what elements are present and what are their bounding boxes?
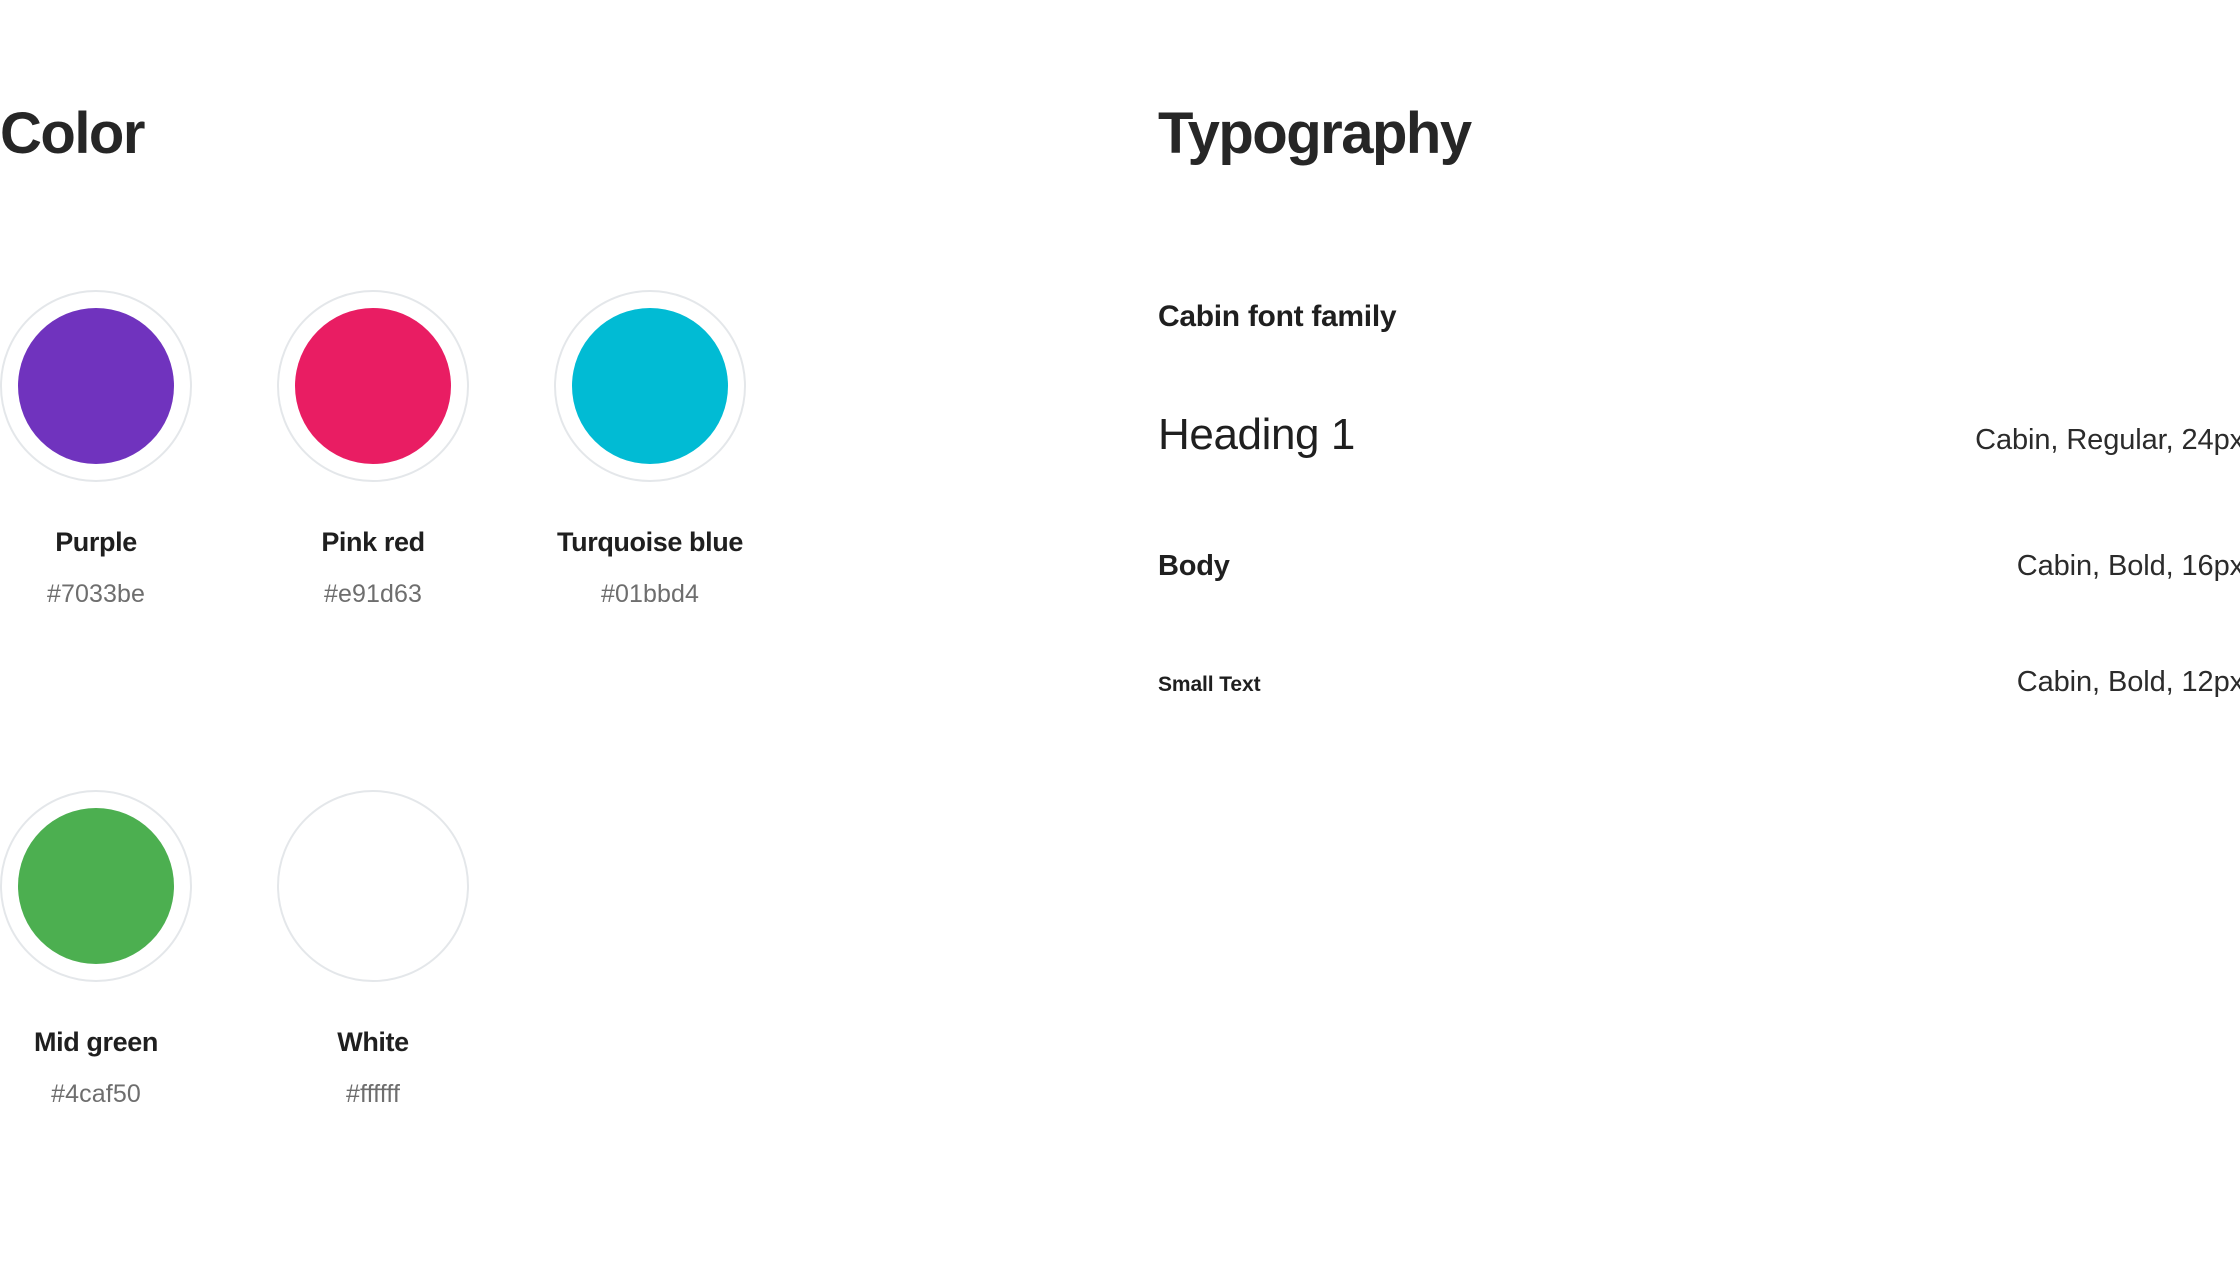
swatch-name-label: Turquoise blue (557, 527, 743, 557)
color-swatch-mid-green[interactable]: Mid green #4caf50 (0, 790, 200, 1109)
body-sample: Body (1158, 550, 1230, 582)
style-guide-page: Color Purple #7033be Pink red #e91d63 Tu… (0, 0, 2240, 1280)
color-section: Color Purple #7033be Pink red #e91d63 Tu… (0, 0, 1140, 1280)
color-swatch-row: Mid green #4caf50 White #ffffff (0, 790, 1140, 1280)
small-text-spec: Cabin, Bold, 12px (2016, 666, 2240, 698)
typography-section: Typography Cabin font family Heading 1 C… (1158, 0, 2240, 1280)
heading-1-spec: Cabin, Regular, 24px (1975, 424, 2240, 456)
heading-1-sample: Heading 1 (1158, 410, 1355, 459)
typography-section-title: Typography (1158, 101, 1472, 166)
swatch-color-circle (18, 308, 174, 464)
body-spec: Cabin, Bold, 16px (2016, 550, 2240, 582)
color-swatch-white[interactable]: White #ffffff (277, 790, 477, 1109)
swatch-name-label: Pink red (321, 527, 425, 557)
typography-row-heading-1: Heading 1 Cabin, Regular, 24px (1158, 410, 2240, 460)
swatch-name-label: Purple (55, 527, 137, 557)
font-family-label: Cabin font family (1158, 300, 1397, 333)
swatch-hex-label: #01bbd4 (600, 580, 700, 608)
color-swatch-pink-red[interactable]: Pink red #e91d63 (277, 290, 477, 609)
swatch-hex-label: #7033be (46, 580, 146, 608)
color-swatch-purple[interactable]: Purple #7033be (0, 290, 200, 609)
swatch-ring (277, 290, 469, 482)
swatch-ring (0, 790, 192, 982)
swatch-hex-label: #ffffff (345, 1080, 401, 1108)
small-text-sample: Small Text (1158, 673, 1261, 696)
typography-row-body: Body Cabin, Bold, 16px (1158, 550, 2240, 583)
swatch-ring (554, 290, 746, 482)
swatch-name-label: Mid green (34, 1027, 158, 1057)
typography-row-small-text: Small Text Cabin, Bold, 12px (1158, 666, 2240, 699)
color-swatch-grid: Purple #7033be Pink red #e91d63 Turquois… (0, 290, 1140, 1280)
swatch-ring (0, 290, 192, 482)
color-swatch-turquoise-blue[interactable]: Turquoise blue #01bbd4 (554, 290, 754, 609)
swatch-hex-label: #4caf50 (51, 1080, 141, 1108)
swatch-hex-label: #e91d63 (323, 580, 423, 608)
color-section-title: Color (0, 101, 145, 166)
swatch-color-circle (18, 808, 174, 964)
color-swatch-row: Purple #7033be Pink red #e91d63 Turquois… (0, 290, 1140, 790)
typography-row-font-family: Cabin font family (1158, 300, 2240, 334)
swatch-ring (277, 790, 469, 982)
swatch-color-circle (295, 308, 451, 464)
swatch-color-circle (572, 308, 728, 464)
swatch-name-label: White (337, 1027, 409, 1057)
